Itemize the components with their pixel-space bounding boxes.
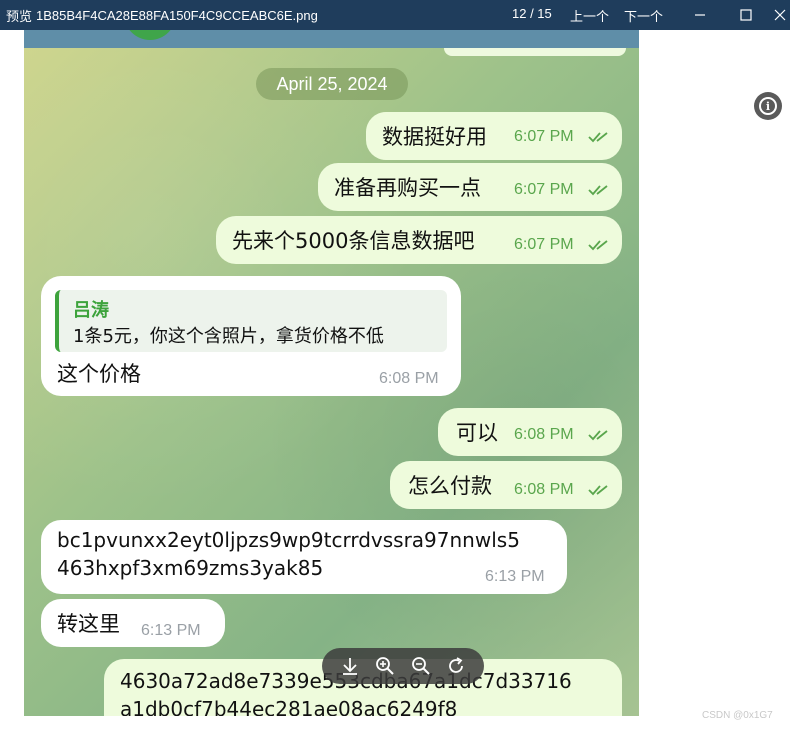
- message-text: 先来个5000条信息数据吧: [232, 229, 475, 253]
- message-text: 怎么付款: [408, 474, 492, 498]
- minimize-button[interactable]: [680, 0, 720, 30]
- message-time: 6:07 PM: [514, 181, 574, 198]
- window-title-bar: 预览 1B85B4F4CA28E88FA150F4C9CCEABC6E.png …: [0, 0, 790, 30]
- reply-author: 吕涛: [73, 300, 109, 321]
- next-button[interactable]: 下一个: [624, 6, 663, 25]
- watermark: CSDN @0x1G7: [702, 710, 773, 721]
- zoom-in-icon: [376, 657, 394, 675]
- message-time: 6:13 PM: [485, 568, 545, 585]
- chat-message-outgoing: 先来个5000条信息数据吧 6:07 PM: [216, 216, 622, 264]
- reply-quote[interactable]: 吕涛 1条5元，你这个含照片，拿货价格不低: [55, 290, 447, 352]
- message-time: 6:07 PM: [514, 236, 574, 253]
- close-button[interactable]: [760, 0, 790, 30]
- date-separator: April 25, 2024: [256, 68, 408, 100]
- read-receipt-icon: [588, 185, 608, 196]
- download-button[interactable]: [337, 653, 363, 679]
- chat-screenshot: April 25, 2024 数据挺好用 6:07 PM 准备再购买一点 6:0…: [24, 30, 639, 716]
- reply-text: 1条5元，你这个含照片，拿货价格不低: [73, 326, 384, 347]
- avatar: [124, 30, 176, 40]
- info-button[interactable]: i: [754, 92, 782, 120]
- minimize-icon: [695, 14, 705, 16]
- chat-message-outgoing: 数据挺好用 6:07 PM: [366, 112, 622, 160]
- read-receipt-icon: [588, 485, 608, 496]
- chat-message-outgoing: 可以 6:08 PM: [438, 408, 622, 456]
- chat-header: [24, 30, 639, 48]
- message-text: 这个价格: [57, 362, 141, 386]
- message-time: 6:08 PM: [379, 370, 439, 387]
- info-icon: i: [759, 97, 777, 115]
- read-receipt-icon: [588, 132, 608, 143]
- rotate-button[interactable]: [443, 653, 469, 679]
- message-text: 转这里: [57, 612, 120, 636]
- message-text: 准备再购买一点: [334, 176, 481, 200]
- message-time: 6:07 PM: [514, 128, 574, 145]
- file-name: 1B85B4F4CA28E88FA150F4C9CCEABC6E.png: [36, 7, 318, 23]
- message-time: 6:08 PM: [514, 426, 574, 443]
- message-text: 可以: [456, 421, 498, 445]
- message-text-line-2: 463hxpf3xm69zms3yak85: [57, 556, 324, 580]
- maximize-icon: [740, 9, 752, 21]
- app-label: 预览: [6, 8, 33, 24]
- read-receipt-icon: [588, 430, 608, 441]
- download-icon: [342, 658, 357, 675]
- chat-message-incoming: 吕涛 1条5元，你这个含照片，拿货价格不低 这个价格 6:08 PM: [41, 276, 461, 396]
- zoom-in-button[interactable]: [372, 653, 398, 679]
- image-counter: 12 / 15: [512, 6, 552, 21]
- zoom-out-icon: [411, 657, 430, 675]
- message-text-line-2: a1db0cf7b44ec281ae08ac6249f8: [120, 697, 458, 716]
- chat-message-outgoing: 准备再购买一点 6:07 PM: [318, 163, 622, 211]
- rotate-icon: [449, 657, 464, 673]
- viewer-toolbar: [322, 648, 484, 684]
- message-time: 6:13 PM: [141, 622, 201, 639]
- chat-message-incoming: bc1pvunxx2eyt0ljpzs9wp9tcrrdvssra97nnwls…: [41, 520, 567, 594]
- previous-message-bubble: [444, 48, 626, 56]
- message-text-line-1: bc1pvunxx2eyt0ljpzs9wp9tcrrdvssra97nnwls…: [57, 528, 520, 552]
- read-receipt-icon: [588, 240, 608, 251]
- close-icon: [774, 9, 786, 21]
- message-text: 数据挺好用: [382, 125, 487, 149]
- message-time: 6:08 PM: [514, 481, 574, 498]
- previous-button[interactable]: 上一个: [570, 6, 609, 25]
- zoom-out-button[interactable]: [408, 653, 434, 679]
- chat-message-outgoing: 怎么付款 6:08 PM: [390, 461, 622, 509]
- chat-message-incoming: 转这里 6:13 PM: [41, 599, 225, 647]
